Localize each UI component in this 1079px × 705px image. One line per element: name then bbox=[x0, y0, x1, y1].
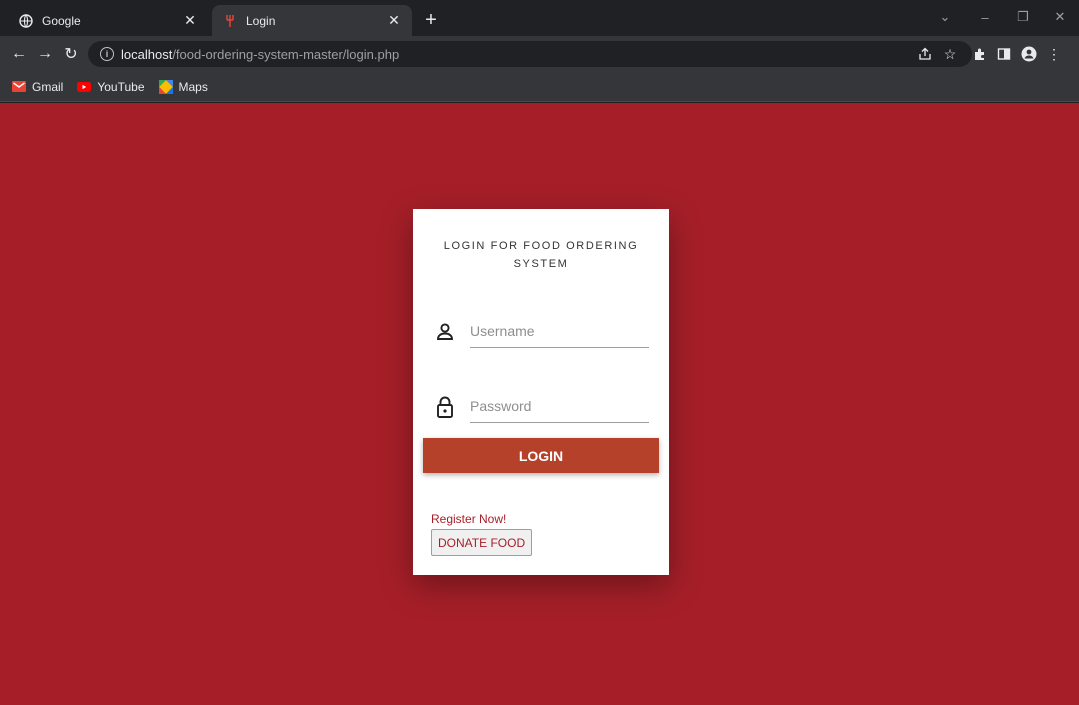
menu-icon[interactable]: ⋮ bbox=[1044, 44, 1064, 64]
fork-icon bbox=[222, 13, 238, 29]
close-tab-icon[interactable]: ✕ bbox=[182, 12, 198, 29]
donate-food-button[interactable]: DONATE FOOD bbox=[431, 529, 533, 556]
tab-title: Login bbox=[246, 13, 276, 28]
bookmark-maps[interactable]: Maps bbox=[158, 79, 208, 94]
forward-icon[interactable]: → bbox=[34, 43, 56, 65]
tab-strip: Google ✕ Login ✕ + ⌄ – ❐ ✕ bbox=[0, 0, 1079, 36]
window-close-icon[interactable]: ✕ bbox=[1045, 6, 1075, 28]
url-path: /food-ordering-system-master/login.php bbox=[172, 46, 400, 62]
bookmarks-bar: Gmail YouTube Maps bbox=[0, 72, 1079, 102]
minimize-icon[interactable]: – bbox=[970, 6, 1000, 28]
info-icon[interactable]: i bbox=[100, 47, 114, 61]
close-tab-icon[interactable]: ✕ bbox=[386, 12, 402, 29]
login-title: LOGIN FOR FOOD ORDERING SYSTEM bbox=[443, 240, 639, 270]
tab-login[interactable]: Login ✕ bbox=[212, 5, 412, 36]
bookmark-youtube[interactable]: YouTube bbox=[77, 79, 145, 94]
url-host: localhost bbox=[121, 46, 173, 62]
extensions-icon[interactable] bbox=[970, 44, 990, 64]
page-background: LOGIN FOR FOOD ORDERING SYSTEM LOGIN Reg… bbox=[0, 103, 1079, 705]
tab-google[interactable]: Google ✕ bbox=[8, 5, 208, 36]
login-card: LOGIN FOR FOOD ORDERING SYSTEM LOGIN Reg… bbox=[413, 209, 669, 575]
gmail-icon bbox=[12, 80, 26, 94]
bookmark-gmail[interactable]: Gmail bbox=[12, 80, 63, 94]
address-bar[interactable]: i localhost/food-ordering-system-master/… bbox=[88, 41, 972, 67]
tab-search-icon[interactable]: ⌄ bbox=[930, 6, 960, 28]
reload-icon[interactable]: ↻ bbox=[60, 43, 82, 65]
maps-icon bbox=[158, 79, 173, 94]
lock-icon bbox=[433, 395, 457, 419]
user-icon bbox=[433, 320, 457, 344]
password-row bbox=[433, 389, 649, 429]
back-icon[interactable]: ← bbox=[8, 43, 30, 65]
bookmark-label: Maps bbox=[178, 79, 208, 94]
password-input[interactable] bbox=[470, 389, 649, 423]
restore-icon[interactable]: ❐ bbox=[1008, 6, 1038, 28]
share-icon[interactable] bbox=[915, 44, 935, 64]
bookmark-label: Gmail bbox=[32, 79, 64, 94]
tab-title: Google bbox=[42, 13, 81, 28]
bookmark-star-icon[interactable]: ☆ bbox=[940, 44, 960, 64]
side-panel-icon[interactable] bbox=[994, 44, 1014, 64]
profile-icon[interactable] bbox=[1019, 44, 1039, 64]
globe-icon bbox=[18, 13, 34, 29]
username-input[interactable] bbox=[470, 314, 649, 348]
username-row bbox=[433, 314, 649, 354]
youtube-icon bbox=[77, 80, 92, 94]
login-button[interactable]: LOGIN bbox=[423, 438, 659, 473]
bookmark-label: YouTube bbox=[97, 79, 145, 94]
register-link[interactable]: Register Now! bbox=[431, 512, 506, 526]
new-tab-button[interactable]: + bbox=[420, 9, 442, 31]
